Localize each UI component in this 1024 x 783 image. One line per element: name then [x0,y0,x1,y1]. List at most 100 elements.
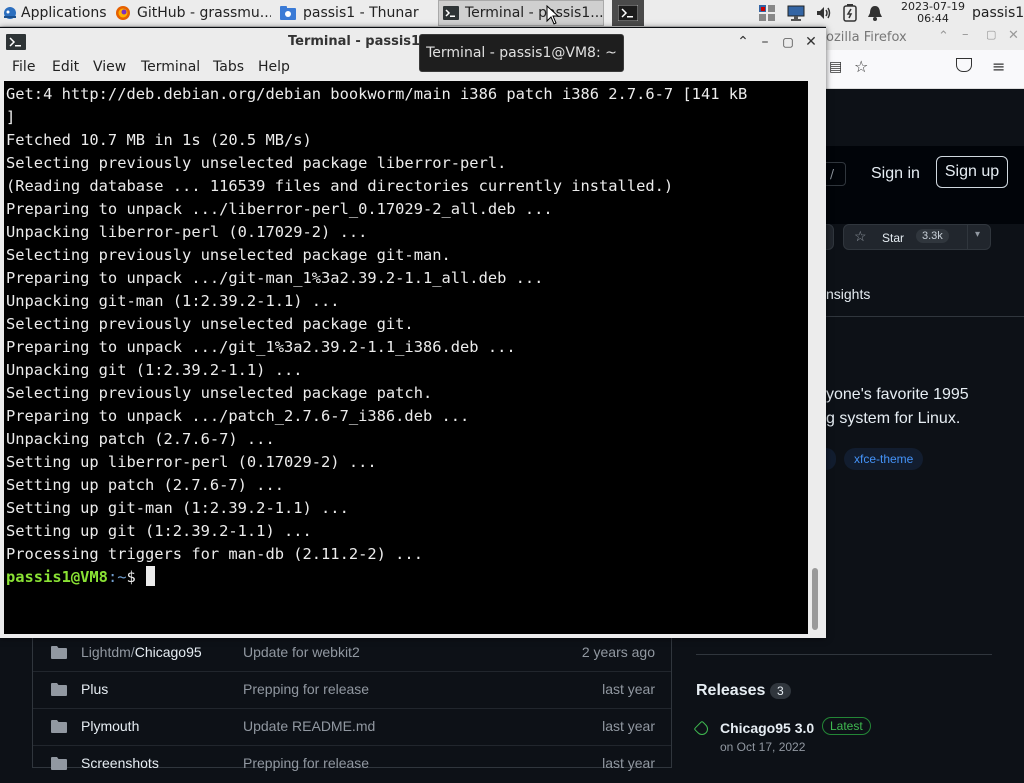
terminal-output-line: Processing triggers for man-db (2.11.2-2… [6,545,423,563]
workspace-switcher-icon[interactable] [758,4,776,22]
close-icon: ✕ [805,34,817,50]
applications-label: Applications [21,5,107,21]
menu-terminal[interactable]: Terminal [141,59,200,75]
terminal-output-line: Setting up liberror-perl (0.17029-2) ... [6,453,377,471]
terminal-output-line: Preparing to unpack .../git-man_1%3a2.39… [6,269,544,287]
terminal-output-line: Unpacking git-man (1:2.39.2-1.1) ... [6,292,340,310]
commit-time: 2 years ago [581,644,655,660]
prompt-user-host: passis1@VM8 [6,568,108,586]
table-row[interactable]: Screenshots Prepping for release last year [33,745,671,783]
terminal-output-line: Unpacking git (1:2.39.2-1.1) ... [6,361,303,379]
launcher-terminal-button[interactable] [612,0,644,26]
maximize-icon[interactable]: ▢ [986,28,996,41]
network-icon[interactable] [786,4,805,22]
minimize-icon: – [761,34,769,50]
top-panel: Applications ☰ GitHub - grassmu... passi… [0,0,1024,27]
table-row[interactable]: Lightdm/Chicago95 Update for webkit2 2 yea… [33,634,671,672]
menu-file[interactable]: File [12,59,35,75]
menu-help[interactable]: Help [258,59,290,75]
file-name: Plymouth [81,718,140,734]
about-description-line1: yone's favorite 1995 [826,386,969,403]
terminal-icon [443,6,459,20]
terminal-window: Terminal - passis1@VM8: ~ ⌃ – ▢ ✕ File E… [0,28,826,638]
scrollbar-thumb[interactable] [812,568,818,630]
terminal-scrollbar[interactable] [808,81,822,634]
tab-insights[interactable]: nsights [826,286,870,302]
user-menu[interactable]: passis1 [972,0,1024,26]
taskbar-item-thunar[interactable]: passis1 - Thunar [274,0,436,26]
table-row[interactable]: Plymouth Update README.md last year [33,708,671,746]
commit-time: last year [602,718,655,734]
text-cursor [146,566,156,586]
commit-message-link[interactable]: Prepping for release [243,681,369,697]
firefox-window-title: ozilla Firefox [826,30,907,45]
file-name: Screenshots [81,755,159,771]
taskbar-item-firefox[interactable]: GitHub - grassmu... [110,0,272,26]
commit-message-link[interactable]: Update README.md [243,718,375,734]
file-dir-prefix: Lightdm/ [81,644,135,660]
star-icon: ☆ [854,228,867,244]
prompt-path: :~ [107,568,127,586]
menu-tabs[interactable]: Tabs [213,59,244,75]
taskbar-item-label: passis1 - Thunar [303,5,419,21]
folder-icon [51,720,67,733]
terminal-icon [6,34,26,54]
bookmark-star-icon[interactable]: ☆ [854,57,868,76]
terminal-output-line: Setting up patch (2.7.6-7) ... [6,476,284,494]
folder-icon [51,683,67,696]
notification-bell-icon[interactable] [866,4,884,22]
taskbar-item-terminal[interactable]: Terminal - passis1... [438,0,604,26]
battery-icon[interactable] [841,4,859,22]
applications-menu-button[interactable]: Applications ☰ [2,0,110,26]
table-row[interactable]: Plus Prepping for release last year [33,671,671,709]
commit-message-link[interactable]: Prepping for release [243,755,369,771]
chevron-down-icon[interactable]: ▾ [975,229,980,240]
latest-badge: Latest [822,717,871,735]
minimize-icon[interactable]: – [962,27,969,42]
release-date: on Oct 17, 2022 [720,740,806,754]
terminal-output-line: Setting up git (1:2.39.2-1.1) ... [6,522,312,540]
reader-view-icon[interactable]: ▤ [829,59,842,75]
file-name: Chicago95 [134,644,202,660]
close-icon[interactable]: ✕ [1008,28,1019,43]
menu-view[interactable]: View [93,59,126,75]
shell-prompt[interactable]: passis1@VM8:~$ [6,566,156,589]
close-button[interactable]: ✕ [802,33,820,51]
commit-time: last year [602,755,655,771]
hamburger-menu-icon[interactable]: ≡ [992,57,1005,76]
releases-section: Releases 3 Chicago95 3.0 Latest on Oct 1… [693,654,996,768]
file-name-link[interactable]: Screenshots [81,755,159,771]
chevron-up-icon: ⌃ [737,34,749,50]
chevron-up-icon[interactable]: ⌃ [938,29,949,44]
file-name-link[interactable]: Plus [81,681,108,697]
roll-up-button[interactable]: ⌃ [734,33,752,51]
xfce-mouse-icon [2,5,18,21]
about-description-line2: g system for Linux. [826,410,961,427]
firefox-icon [115,5,131,21]
releases-heading[interactable]: Releases [696,682,765,700]
minimize-button[interactable]: – [756,33,774,51]
file-name-link[interactable]: Lightdm/Chicago95 [81,644,202,660]
taskbar-item-label: GitHub - grassmu... [137,5,272,21]
taskbar-item-label: Terminal - passis1... [465,5,604,21]
star-label: Star [882,231,905,245]
file-name: Plus [81,681,109,697]
release-name[interactable]: Chicago95 3.0 [720,720,814,736]
pocket-icon[interactable] [956,58,972,72]
commit-time: last year [602,681,655,697]
sign-up-button[interactable]: Sign up [936,156,1008,188]
commit-message-link[interactable]: Update for webkit2 [243,644,360,660]
terminal-output-line: Fetched 10.7 MB in 1s (20.5 MB/s) [6,131,312,149]
terminal-titlebar[interactable]: Terminal - passis1@VM8: ~ ⌃ – ▢ ✕ [0,28,826,56]
volume-icon[interactable] [815,4,833,22]
file-name-link[interactable]: Plymouth [81,718,139,734]
terminal-output-line: (Reading database ... 116539 files and d… [6,177,674,195]
topic-tag-xfce-theme[interactable]: xfce-theme [844,448,924,470]
terminal-output-area[interactable]: Get:4 http://deb.debian.org/debian bookw… [4,81,808,634]
clock[interactable]: 2023-07-19 06:44 [896,0,970,25]
sign-in-link[interactable]: Sign in [871,165,920,183]
prompt-sign: $ [126,568,146,586]
menu-edit[interactable]: Edit [52,59,79,75]
maximize-button[interactable]: ▢ [779,33,797,51]
star-button[interactable]: ☆ Star 3.3k ▾ [843,224,991,250]
